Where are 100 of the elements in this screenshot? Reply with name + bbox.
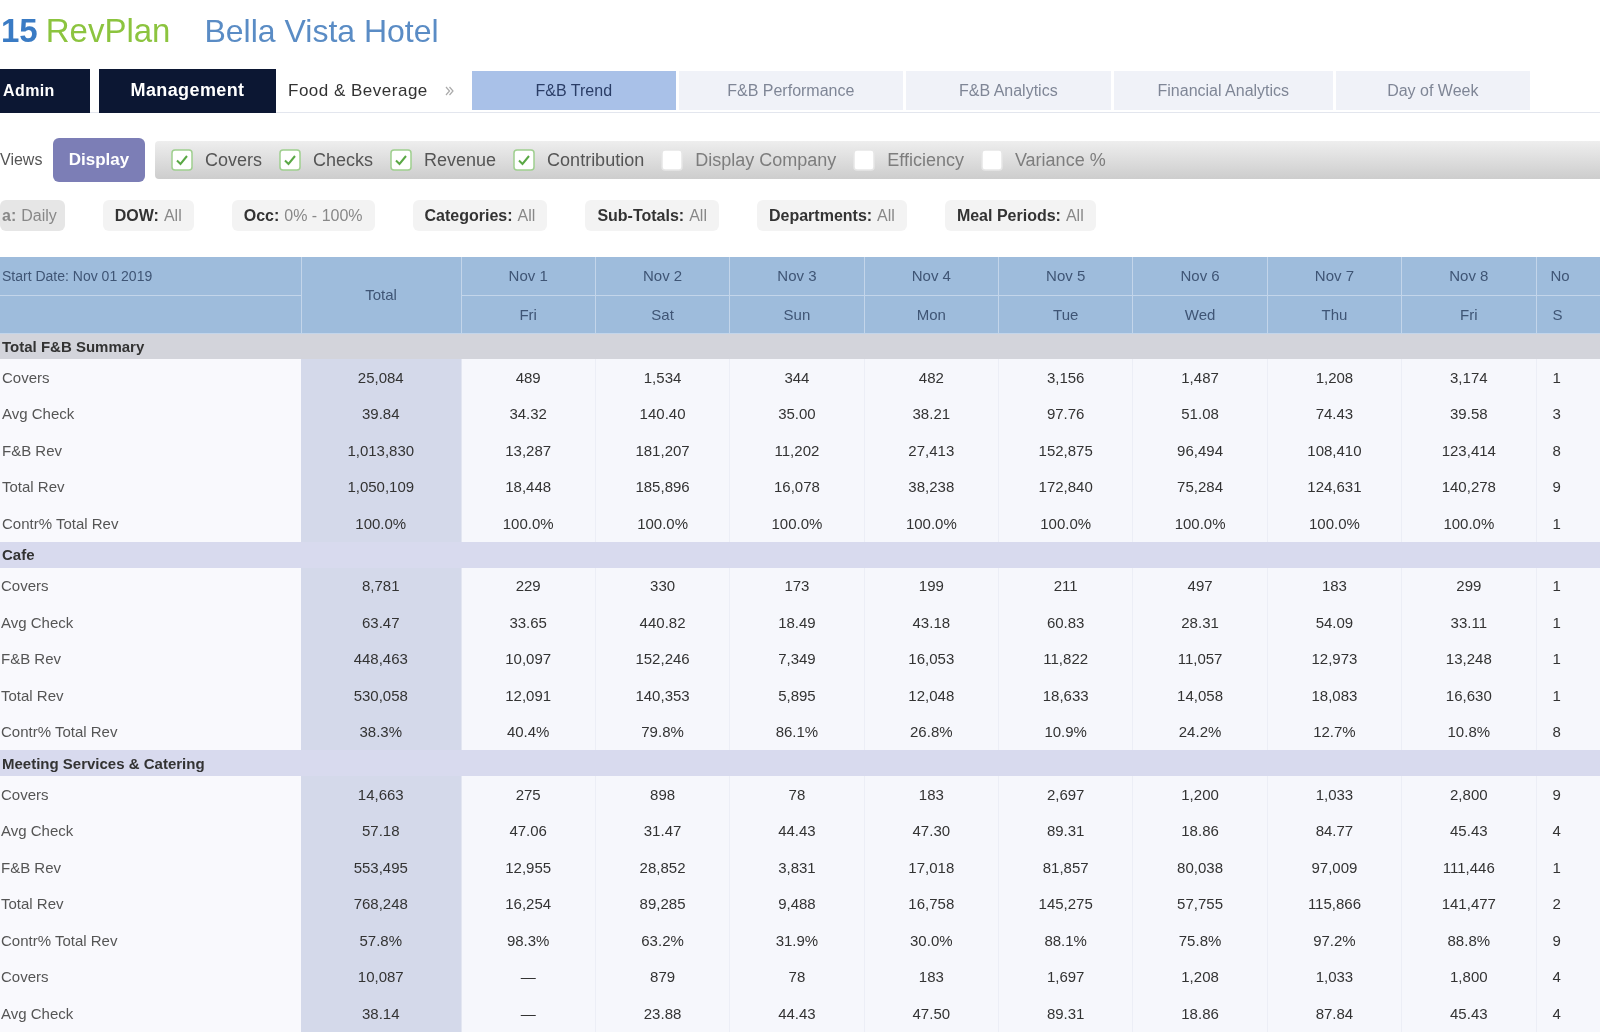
tab[interactable]: Day of Week (1335, 71, 1530, 110)
table-cell: 12,973 (1267, 640, 1402, 677)
table-cell: 98.3% (461, 922, 596, 959)
checkbox[interactable] (513, 149, 536, 171)
tab[interactable]: F&B Analytics (905, 71, 1111, 110)
table-cell: 16,053 (864, 640, 999, 677)
tab[interactable]: F&B Performance (678, 71, 903, 110)
checkbox[interactable] (390, 149, 413, 171)
table-cell: 140.40 (595, 395, 730, 432)
checkbox-label[interactable]: Checks (313, 149, 374, 171)
table-cell: 173 (729, 567, 865, 604)
table-cell: — (461, 958, 596, 995)
checkbox-label[interactable]: Efficiency (887, 149, 964, 171)
table-cell: 1,200 (1132, 776, 1268, 813)
filter-chip[interactable]: Meal Periods: All (944, 200, 1096, 231)
checkbox-label[interactable]: Covers (205, 149, 262, 171)
table-cell: 7,349 (729, 640, 865, 677)
tab[interactable]: Financial Analytics (1113, 71, 1333, 110)
table-cell: 9 (1536, 922, 1600, 959)
table-cell: 1 (1536, 505, 1600, 542)
table-cell: 28,852 (595, 849, 730, 886)
column-header: Nov 5 (998, 257, 1133, 295)
total-cell: 38.14 (301, 995, 461, 1032)
table-cell: 75,284 (1132, 468, 1268, 505)
column-header: Sat (595, 295, 730, 333)
table-cell: 3 (1536, 395, 1600, 432)
table-cell: 51.08 (1132, 395, 1268, 432)
chevron-right-icon (444, 85, 454, 96)
column-header: Wed (1132, 295, 1268, 333)
table-cell: 172,840 (998, 468, 1133, 505)
table-cell: 78 (729, 958, 865, 995)
table-cell: 4 (1536, 958, 1600, 995)
table-cell: 123,414 (1401, 432, 1536, 469)
row-label: Covers (0, 958, 301, 995)
app-logo: 15 RevPlan (1, 12, 171, 50)
column-header: Total (301, 257, 461, 333)
table-cell: 13,287 (461, 432, 596, 469)
table-cell: 145,275 (998, 885, 1133, 922)
checkbox-label[interactable]: Revenue (424, 149, 497, 171)
total-cell: 63.47 (301, 604, 461, 641)
table-cell: 47.06 (461, 812, 596, 849)
table-cell: 18.86 (1132, 812, 1268, 849)
total-cell: 100.0% (301, 505, 461, 542)
table-cell: 87.84 (1267, 995, 1402, 1032)
checkbox-label[interactable]: Variance % (1014, 149, 1106, 171)
total-cell: 1,013,830 (301, 432, 461, 469)
filter-chip[interactable]: Occ: 0% - 100% (231, 200, 375, 231)
row-label: Avg Check (0, 604, 301, 641)
table-cell: 34.32 (461, 395, 596, 432)
table-cell: 13,248 (1401, 640, 1536, 677)
checkbox-label[interactable]: Contribution (547, 149, 645, 171)
table-cell: 344 (729, 359, 865, 396)
row-label: Total Rev (0, 677, 301, 714)
nav-button[interactable]: Management (99, 68, 276, 113)
checkbox[interactable] (853, 149, 876, 171)
table-cell: 100.0% (1132, 505, 1268, 542)
nav-button[interactable]: Admin (0, 68, 90, 113)
column-header: Start Date: Nov 01 2019 (0, 257, 301, 295)
table-cell: 11,057 (1132, 640, 1268, 677)
row-label: Covers (0, 776, 301, 813)
filter-chip[interactable]: Departments: All (756, 200, 907, 231)
table-cell: 4 (1536, 995, 1600, 1032)
checkbox[interactable] (279, 149, 301, 171)
table-cell: 30.0% (864, 922, 999, 959)
table-cell: 879 (595, 958, 730, 995)
table-cell: 152,246 (595, 640, 730, 677)
row-label: Avg Check (0, 395, 301, 432)
table-cell: 78 (729, 776, 865, 813)
checkbox[interactable] (171, 149, 193, 171)
row-label: Avg Check (0, 995, 301, 1032)
table-cell: 16,254 (461, 885, 596, 922)
table-cell: 140,278 (1401, 468, 1536, 505)
table-cell: 1,800 (1401, 958, 1536, 995)
views-label: Views (0, 151, 44, 169)
filter-chip[interactable]: Sub-Totals: All (585, 200, 719, 231)
checkbox[interactable] (980, 149, 1003, 171)
table-cell: 141,477 (1401, 885, 1536, 922)
filter-chip[interactable]: DOW: All (102, 200, 194, 231)
table-cell: 47.30 (864, 812, 999, 849)
table-cell: 1,697 (998, 958, 1133, 995)
table-cell: 28.31 (1132, 604, 1268, 641)
breadcrumb-link[interactable]: Food & Beverage (285, 68, 428, 113)
row-label: Covers (0, 359, 301, 396)
table-cell: 1,534 (595, 359, 730, 396)
table-cell: 1,033 (1267, 958, 1402, 995)
table-cell: 275 (461, 776, 596, 813)
table-cell: 100.0% (1267, 505, 1402, 542)
table-cell: 3,831 (729, 849, 865, 886)
table-cell: 1,208 (1267, 359, 1402, 396)
total-cell: 448,463 (301, 640, 461, 677)
table-cell: 74.43 (1267, 395, 1402, 432)
table-cell: 482 (864, 359, 999, 396)
tab[interactable]: F&B Trend (471, 71, 676, 110)
filter-chip[interactable]: Categories: All (412, 200, 548, 231)
display-button[interactable]: Display (53, 138, 145, 182)
checkbox-label[interactable]: Display Company (695, 149, 837, 171)
table-cell: 16,630 (1401, 677, 1536, 714)
checkbox[interactable] (661, 149, 684, 171)
table-cell: 440.82 (595, 604, 730, 641)
table-cell: 44.43 (729, 995, 865, 1032)
